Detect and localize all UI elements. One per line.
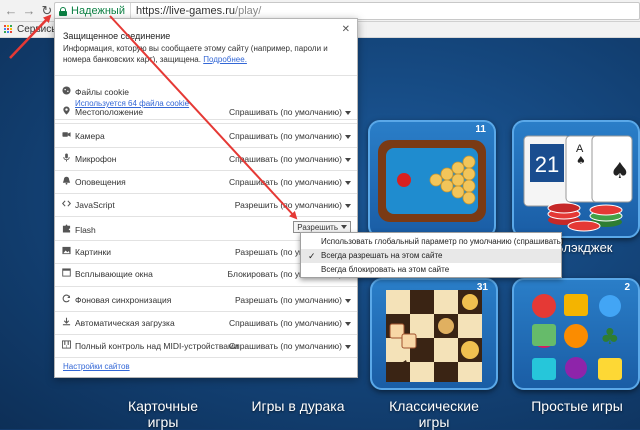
caption-card-games[interactable]: Карточные игры — [108, 398, 218, 430]
caret-down-icon — [345, 345, 351, 349]
caption-classic-games[interactable]: Классические игры — [372, 398, 496, 430]
flash-options-list: Использовать глобальный параметр по умол… — [300, 232, 562, 278]
game-tile-classic[interactable]: 31 — [370, 278, 498, 390]
site-info-popup: ✕ Защищенное соединение Информация, кото… — [54, 18, 358, 378]
checkmark-icon: ✓ — [308, 249, 316, 263]
caption-durak[interactable]: Игры в дурака — [238, 398, 358, 414]
game-tile-pool[interactable]: 11 — [368, 120, 496, 238]
apps-grid-icon[interactable] — [4, 25, 13, 34]
billiards-icon — [370, 122, 494, 236]
caret-down-icon — [345, 158, 351, 162]
blackjack-cards-icon: 21 A ♠ ♠ — [514, 122, 638, 236]
lock-icon — [59, 7, 67, 16]
caption-simple-games[interactable]: Простые игры — [514, 398, 640, 414]
permission-select[interactable]: Разрешить (по умолчанию) — [235, 200, 351, 210]
permission-select[interactable]: Спрашивать (по умолчанию) — [229, 154, 351, 164]
svg-text:♣: ♣ — [600, 325, 620, 350]
caret-down-icon — [345, 135, 351, 139]
option-use-global-default[interactable]: Использовать глобальный параметр по умол… — [301, 235, 561, 249]
puzzle-icon — [62, 224, 71, 233]
cookie-icon — [62, 86, 71, 95]
permission-select[interactable]: Спрашивать (по умолчанию) — [229, 107, 351, 117]
tile-count: 11 — [475, 124, 486, 135]
back-icon[interactable]: ← — [2, 2, 20, 20]
permission-select[interactable]: Спрашивать (по умолчанию) — [229, 318, 351, 328]
image-icon — [62, 246, 71, 255]
close-icon[interactable]: ✕ — [342, 24, 350, 35]
permission-row-notifications: Оповещения Спрашивать (по умолчанию) — [55, 171, 357, 191]
permission-row-microphone: Микрофон Спрашивать (по умолчанию) — [55, 148, 357, 168]
camera-icon — [62, 130, 71, 139]
popup-window-icon — [62, 268, 71, 277]
caret-down-icon — [345, 111, 351, 115]
url-host: https://live-games.ru — [136, 5, 235, 17]
caret-down-icon — [345, 204, 351, 208]
divider — [55, 357, 357, 358]
microphone-icon — [62, 153, 71, 162]
secure-label: Надежный — [71, 5, 125, 17]
details-link[interactable]: Подробнее. — [203, 55, 247, 64]
bell-icon — [62, 176, 71, 185]
code-icon — [62, 199, 71, 208]
blackjack-card-value: 21 — [535, 152, 559, 177]
permission-row-javascript: JavaScript Разрешить (по умолчанию) — [55, 194, 357, 214]
permission-row-camera: Камера Спрашивать (по умолчанию) — [55, 125, 357, 145]
connection-description: Информация, которую вы сообщаете этому с… — [63, 43, 343, 65]
divider — [55, 216, 357, 217]
url-path: /play/ — [235, 5, 261, 17]
download-icon — [62, 317, 71, 326]
permission-select[interactable]: Спрашивать (по умолчанию) — [229, 131, 351, 141]
caret-down-icon — [345, 299, 351, 303]
game-tile-simple[interactable]: 2 ♣ — [512, 278, 640, 390]
permission-select[interactable]: Спрашивать (по умолчанию) — [229, 177, 351, 187]
divider — [55, 286, 357, 287]
caret-down-icon — [341, 225, 347, 229]
game-tile-blackjack[interactable]: 21 A ♠ ♠ — [512, 120, 640, 238]
chess-board-icon — [372, 280, 496, 388]
piano-icon — [62, 340, 71, 349]
site-settings-link[interactable]: Настройки сайтов — [63, 362, 130, 371]
option-always-block[interactable]: Всегда блокировать на этом сайте — [301, 263, 561, 277]
secure-connection-chip[interactable]: Надежный — [55, 3, 131, 19]
permission-row-location: Местоположение Спрашивать (по умолчанию) — [55, 101, 357, 121]
connection-title: Защищенное соединение — [63, 31, 170, 41]
divider — [55, 75, 357, 76]
permission-select[interactable]: Разрешать (по умолчанию) — [235, 295, 351, 305]
caret-down-icon — [345, 322, 351, 326]
tile-count: 2 — [624, 282, 630, 293]
sync-icon — [62, 294, 71, 303]
cookies-label: Файлы cookie — [75, 87, 129, 97]
option-always-allow[interactable]: ✓ Всегда разрешать на этом сайте — [301, 249, 561, 263]
location-pin-icon — [62, 106, 71, 115]
svg-text:♠: ♠ — [610, 159, 630, 184]
divider — [55, 123, 357, 124]
permission-select[interactable]: Спрашивать (по умолчанию) — [229, 341, 351, 351]
cookies-row: Файлы cookie — [55, 81, 357, 101]
permission-row-midi: Полный контроль над MIDI-устройствами Сп… — [55, 335, 357, 355]
forward-icon[interactable]: → — [20, 2, 38, 20]
svg-text:♠: ♠ — [576, 154, 586, 167]
permission-row-auto-download: Автоматическая загрузка Спрашивать (по у… — [55, 312, 357, 332]
tile-count: 31 — [477, 282, 488, 293]
permission-row-background-sync: Фоновая синхронизация Разрешать (по умол… — [55, 289, 357, 309]
gems-icon: ♣ — [514, 280, 638, 388]
bookmark-services[interactable]: Сервисы — [17, 24, 58, 35]
caret-down-icon — [345, 181, 351, 185]
